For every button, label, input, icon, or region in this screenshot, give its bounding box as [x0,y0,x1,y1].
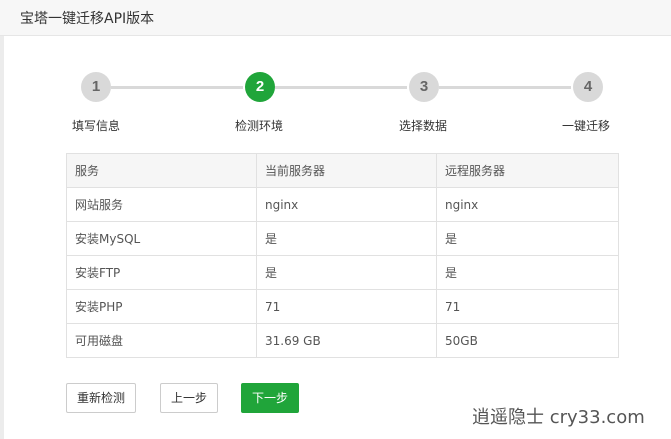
migration-dialog: 宝塔一键迁移API版本 1 2 3 4 填写信息 检测环境 选择数据 一键迁移 … [0,0,671,439]
step-3-circle: 3 [409,72,439,102]
cell-current: 是 [256,221,437,256]
cell-service: 安装FTP [66,255,257,290]
left-edge-shadow [0,36,4,439]
cell-remote: 是 [436,221,619,256]
table-row: 安装PHP 71 71 [66,289,619,324]
cell-service: 可用磁盘 [66,323,257,358]
step-2-circle: 2 [245,72,275,102]
cell-current: 31.69 GB [256,323,437,358]
header-current-server: 当前服务器 [256,153,437,188]
cell-current: nginx [256,187,437,222]
cell-current: 是 [256,255,437,290]
cell-current: 71 [256,289,437,324]
step-connector-1-2 [111,86,243,89]
recheck-button[interactable]: 重新检测 [66,383,136,413]
dialog-title: 宝塔一键迁移API版本 [20,11,155,27]
step-connector-3-4 [439,86,571,89]
watermark-text: 逍遥隐士 cry33.com [472,407,645,428]
cell-remote: 71 [436,289,619,324]
environment-check-table: 服务 当前服务器 远程服务器 网站服务 nginx nginx 安装MySQL … [66,153,619,358]
cell-remote: 50GB [436,323,619,358]
step-4-circle: 4 [573,72,603,102]
cell-service: 安装MySQL [66,221,257,256]
step-2-label: 检测环境 [235,119,284,133]
cell-service: 安装PHP [66,289,257,324]
table-row: 可用磁盘 31.69 GB 50GB [66,323,619,358]
dialog-title-bar: 宝塔一键迁移API版本 [0,0,671,36]
previous-step-button[interactable]: 上一步 [160,383,218,413]
header-service: 服务 [66,153,257,188]
cell-remote: 是 [436,255,619,290]
table-row: 安装MySQL 是 是 [66,221,619,256]
step-3-label: 选择数据 [399,119,448,133]
next-step-button[interactable]: 下一步 [241,383,299,413]
table-header-row: 服务 当前服务器 远程服务器 [66,153,619,188]
cell-remote: nginx [436,187,619,222]
header-remote-server: 远程服务器 [436,153,619,188]
cell-service: 网站服务 [66,187,257,222]
step-connector-2-3 [275,86,407,89]
step-1-circle: 1 [81,72,111,102]
step-4-label: 一键迁移 [562,119,611,133]
table-row: 安装FTP 是 是 [66,255,619,290]
table-row: 网站服务 nginx nginx [66,187,619,222]
step-1-label: 填写信息 [72,119,121,133]
